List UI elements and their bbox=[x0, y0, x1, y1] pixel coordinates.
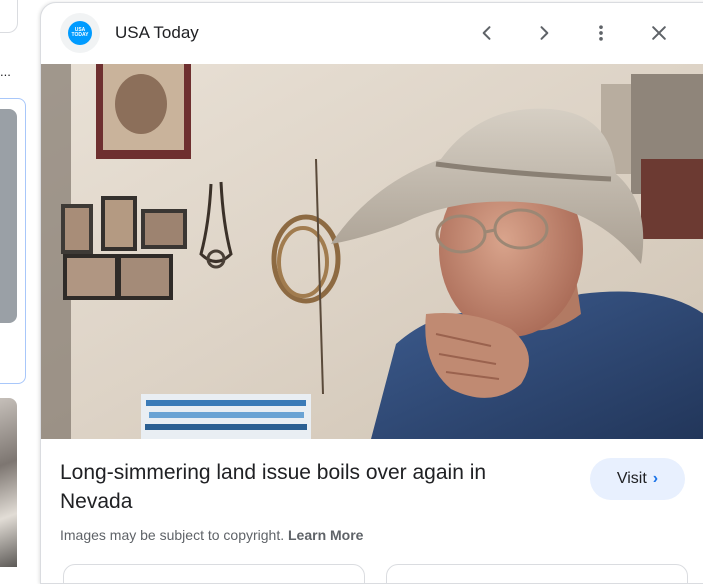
source-name[interactable]: USA Today bbox=[115, 23, 199, 43]
related-result-card[interactable] bbox=[386, 564, 688, 583]
chevron-right-icon bbox=[540, 26, 549, 40]
visit-label: Visit bbox=[616, 470, 647, 487]
copyright-text: Images may be subject to copyright. bbox=[60, 527, 285, 543]
more-vert-icon bbox=[599, 25, 603, 41]
learn-more-link[interactable]: Learn More bbox=[288, 527, 363, 543]
chevron-right-icon: › bbox=[652, 470, 659, 487]
result-ellipsis: ... bbox=[0, 64, 11, 79]
close-icon bbox=[652, 26, 666, 40]
result-thumbnail[interactable] bbox=[0, 109, 17, 323]
close-button[interactable] bbox=[642, 16, 676, 50]
results-strip: ... bbox=[0, 0, 40, 567]
previous-button[interactable] bbox=[470, 16, 504, 50]
source-favicon[interactable]: USA TODAY bbox=[60, 13, 100, 53]
visit-button[interactable]: Visit › bbox=[590, 458, 685, 500]
rancher-photo bbox=[41, 64, 703, 439]
panel-header: USA TODAY USA Today bbox=[41, 3, 703, 63]
more-options-button[interactable] bbox=[584, 16, 618, 50]
image-preview-panel: USA TODAY USA Today Long-simmering land … bbox=[40, 2, 703, 584]
result-card-partial[interactable] bbox=[0, 0, 18, 33]
image-title[interactable]: Long-simmering land issue boils over aga… bbox=[60, 458, 530, 516]
next-button[interactable] bbox=[527, 16, 561, 50]
chevron-left-icon bbox=[482, 26, 491, 40]
result-thumbnail[interactable] bbox=[0, 398, 17, 567]
usa-today-logo: USA TODAY bbox=[68, 21, 92, 45]
related-result-card[interactable] bbox=[63, 564, 365, 583]
copyright-notice: Images may be subject to copyright. Lear… bbox=[60, 527, 363, 543]
preview-image[interactable] bbox=[41, 64, 703, 439]
